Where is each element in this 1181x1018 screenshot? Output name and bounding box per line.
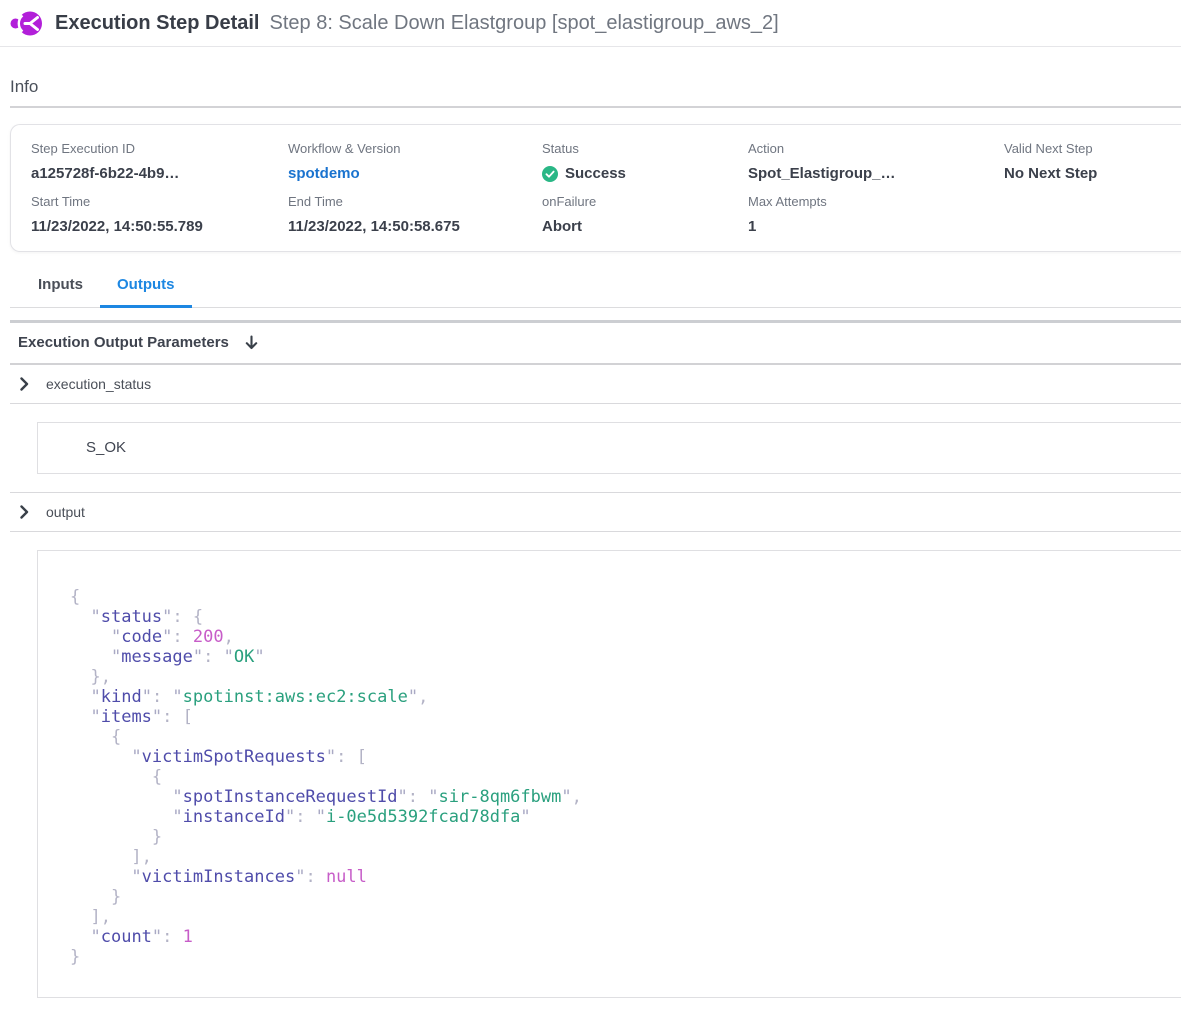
field-valid-next-step: Valid Next Step No Next Step [1004, 141, 1181, 182]
field-end-time: End Time 11/23/2022, 14:50:58.675 [288, 194, 542, 235]
status-text: Success [565, 165, 626, 182]
field-label: Valid Next Step [1004, 141, 1181, 156]
output-json-box: { "status": { "code": 200, "message": "O… [37, 550, 1181, 998]
field-value: 11/23/2022, 14:50:58.675 [288, 218, 542, 235]
param-row-output[interactable]: output [10, 493, 1181, 532]
chevron-right-icon [16, 504, 32, 520]
status-badge: Success [542, 165, 748, 182]
field-status: Status Success [542, 141, 748, 182]
field-value: 11/23/2022, 14:50:55.789 [31, 218, 288, 235]
field-label: Max Attempts [748, 194, 1004, 209]
field-label: onFailure [542, 194, 748, 209]
field-value: No Next Step [1004, 165, 1181, 182]
field-value: a125728f-6b22-4b9… [31, 165, 288, 182]
field-onfailure: onFailure Abort [542, 194, 748, 235]
execution-status-value: S_OK [86, 439, 126, 456]
page-subtitle: Step 8: Scale Down Elastgroup [spot_elas… [270, 12, 779, 35]
param-name: execution_status [46, 376, 151, 392]
info-section-heading: Info [10, 77, 1181, 108]
field-start-time: Start Time 11/23/2022, 14:50:55.789 [31, 194, 288, 235]
field-value: Spot_Elastigroup_… [748, 165, 1004, 182]
field-label: Workflow & Version [288, 141, 542, 156]
section-heading: Execution Output Parameters [18, 334, 229, 351]
field-label: End Time [288, 194, 542, 209]
param-row-execution-status[interactable]: execution_status [10, 365, 1181, 404]
tab-outputs[interactable]: Outputs [100, 276, 192, 308]
workflow-link[interactable]: spotdemo [288, 165, 542, 182]
info-card: Step Execution ID a125728f-6b22-4b9… Wor… [10, 124, 1181, 252]
field-label: Step Execution ID [31, 141, 288, 156]
field-max-attempts: Max Attempts 1 [748, 194, 1004, 235]
execution-output-parameters-header: Execution Output Parameters [10, 323, 1181, 365]
output-json-code: { "status": { "code": 200, "message": "O… [70, 587, 1181, 967]
chevron-right-icon [16, 376, 32, 392]
param-name: output [46, 504, 85, 520]
page-title: Execution Step Detail [55, 12, 260, 35]
field-value: Abort [542, 218, 748, 235]
execution-status-value-box: S_OK [37, 422, 1181, 474]
field-step-execution-id: Step Execution ID a125728f-6b22-4b9… [31, 141, 288, 182]
tab-bar: Inputs Outputs [10, 276, 1181, 308]
field-label: Status [542, 141, 748, 156]
app-header: Execution Step Detail Step 8: Scale Down… [0, 0, 1181, 47]
check-circle-icon [542, 166, 558, 182]
field-label: Action [748, 141, 1004, 156]
field-value: 1 [748, 218, 1004, 235]
tab-inputs[interactable]: Inputs [21, 276, 100, 308]
field-workflow-version: Workflow & Version spotdemo [288, 141, 542, 182]
brand-logo-icon [10, 8, 43, 39]
field-action: Action Spot_Elastigroup_… [748, 141, 1004, 182]
field-label: Start Time [31, 194, 288, 209]
arrow-down-icon[interactable] [243, 334, 260, 351]
